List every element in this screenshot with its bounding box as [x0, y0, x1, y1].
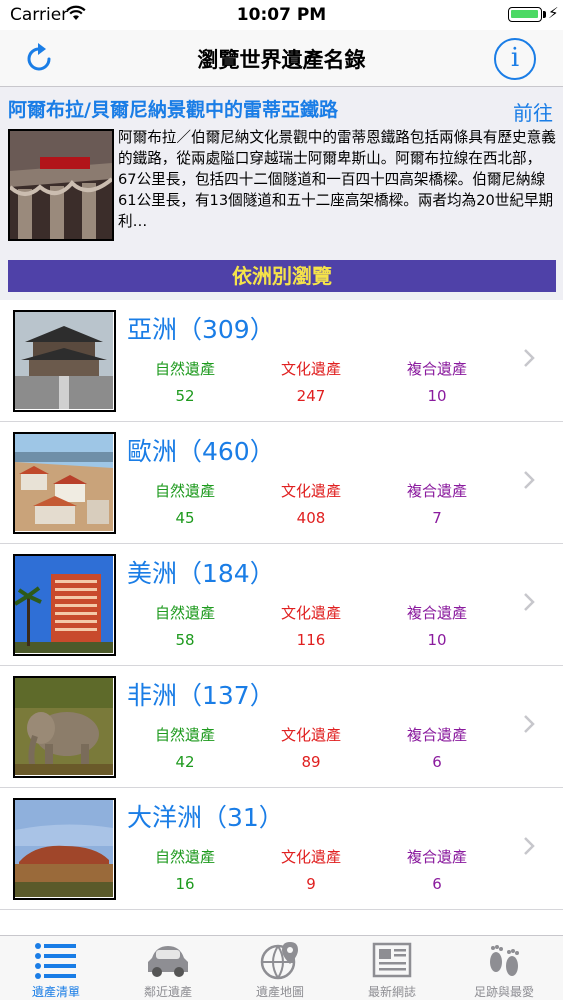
chevron-right-icon: [524, 837, 535, 855]
mixed-count: 複合遺產 7: [382, 480, 492, 527]
mixed-label: 複合遺產: [406, 482, 467, 500]
mixed-count: 複合遺產 10: [382, 602, 492, 649]
cultural-count: 文化遺產 116: [256, 602, 366, 649]
natural-label: 自然遺產: [154, 482, 215, 500]
mixed-value: 6: [432, 875, 442, 893]
tab-latest-blog[interactable]: 最新網誌: [336, 936, 448, 1000]
continent-row-africa[interactable]: 非洲（137） 自然遺產 42 文化遺產 89 複合遺產 6: [0, 666, 563, 788]
continent-thumbnail: [13, 676, 116, 778]
continent-thumbnail: [13, 432, 116, 534]
continent-row-europe[interactable]: 歐洲（460） 自然遺產 45 文化遺產 408 複合遺產 7: [0, 422, 563, 544]
cultural-value: 247: [296, 387, 326, 405]
info-icon[interactable]: i: [494, 38, 536, 80]
continent-name: 非洲（137）: [127, 681, 275, 710]
mixed-value: 7: [432, 509, 442, 527]
natural-value: 52: [175, 387, 195, 405]
continent-name: 歐洲（460）: [127, 437, 275, 466]
battery-tip: [543, 11, 546, 18]
status-bar: Carrier 10:07 PM ⚡: [0, 0, 563, 30]
browse-by-continent-banner: 依洲別瀏覽: [8, 260, 556, 292]
continent-thumbnail: [13, 554, 116, 656]
tab-nearby[interactable]: 鄰近遺產: [112, 936, 224, 1000]
cultural-value: 89: [301, 753, 321, 771]
mixed-label: 複合遺產: [406, 726, 467, 744]
natural-count: 自然遺產 52: [130, 358, 240, 405]
tab-label: 遺產清單: [31, 985, 80, 999]
continent-list: 亞洲（309） 自然遺產 52 文化遺產 247 複合遺產 10 歐洲（460） 自然…: [0, 300, 563, 910]
natural-label: 自然遺產: [154, 360, 215, 378]
continent-thumbnail: [13, 310, 116, 412]
featured-site-image[interactable]: [8, 129, 114, 241]
newspaper-icon: [372, 942, 412, 978]
tab-label: 足跡與最愛: [473, 985, 534, 999]
natural-count: 自然遺產 58: [130, 602, 240, 649]
footprints-icon: [490, 945, 519, 976]
tab-label: 最新網誌: [367, 985, 416, 999]
goto-button[interactable]: 前往: [513, 97, 553, 126]
cultural-label: 文化遺產: [280, 360, 341, 378]
continent-row-oceania[interactable]: 大洋洲（31） 自然遺產 16 文化遺產 9 複合遺產 6: [0, 788, 563, 910]
mixed-value: 10: [427, 387, 447, 405]
mixed-value: 10: [427, 631, 447, 649]
status-time: 10:07 PM: [236, 5, 327, 25]
continent-row-americas[interactable]: 美洲（184） 自然遺產 58 文化遺產 116 複合遺產 10: [0, 544, 563, 666]
tab-label: 鄰近遺產: [143, 985, 192, 999]
featured-site-title[interactable]: 阿爾布拉/貝爾尼納景觀中的雷蒂亞鐵路: [8, 95, 338, 122]
natural-value: 16: [175, 875, 195, 893]
car-icon: [148, 946, 188, 977]
mixed-label: 複合遺產: [406, 848, 467, 866]
tab-footprints-favorites[interactable]: 足跡與最愛: [448, 936, 560, 1000]
cultural-value: 9: [306, 875, 316, 893]
mixed-value: 6: [432, 753, 442, 771]
continent-name: 大洋洲（31）: [127, 803, 284, 832]
mixed-count: 複合遺產 6: [382, 846, 492, 893]
cultural-value: 408: [296, 509, 326, 527]
tab-heritage-map[interactable]: 遺產地圖: [224, 936, 336, 1000]
chevron-right-icon: [524, 593, 535, 611]
tab-bar: 遺產清單 鄰近遺產 遺產地圖 最新網誌 足跡與最愛: [0, 935, 563, 1000]
mixed-count: 複合遺產 6: [382, 724, 492, 771]
natural-count: 自然遺產 16: [130, 846, 240, 893]
cultural-count: 文化遺產 89: [256, 724, 366, 771]
featured-site-description: 阿爾布拉／伯爾尼納文化景觀中的雷蒂恩鐵路包括兩條具有歷史意義的鐵路，從兩處隘口穿…: [118, 129, 556, 230]
cultural-label: 文化遺產: [280, 482, 341, 500]
cultural-count: 文化遺產 247: [256, 358, 366, 405]
natural-label: 自然遺產: [154, 848, 215, 866]
natural-value: 45: [175, 509, 195, 527]
cultural-value: 116: [296, 631, 326, 649]
continent-thumbnail: [13, 798, 116, 900]
natural-value: 58: [175, 631, 195, 649]
natural-count: 自然遺產 45: [130, 480, 240, 527]
mixed-count: 複合遺產 10: [382, 358, 492, 405]
natural-value: 42: [175, 753, 195, 771]
mixed-label: 複合遺產: [406, 360, 467, 378]
tab-label: 遺產地圖: [255, 985, 304, 999]
page-title: 瀏覽世界遺產名錄: [197, 48, 366, 72]
cultural-count: 文化遺產 408: [256, 480, 366, 527]
chevron-right-icon: [524, 349, 535, 367]
natural-label: 自然遺產: [154, 726, 215, 744]
cultural-label: 文化遺產: [280, 726, 341, 744]
natural-count: 自然遺產 42: [130, 724, 240, 771]
chevron-right-icon: [524, 715, 535, 733]
navigation-bar: 瀏覽世界遺產名錄 i: [0, 30, 563, 86]
continent-row-asia[interactable]: 亞洲（309） 自然遺產 52 文化遺產 247 複合遺產 10: [0, 300, 563, 422]
chevron-right-icon: [524, 471, 535, 489]
charging-icon: ⚡: [548, 4, 559, 22]
tab-heritage-list[interactable]: 遺產清單: [0, 936, 112, 1000]
cultural-count: 文化遺產 9: [256, 846, 366, 893]
cultural-label: 文化遺產: [280, 848, 341, 866]
continent-name: 亞洲（309）: [127, 315, 275, 344]
globe-pin-icon: [260, 942, 298, 980]
mixed-label: 複合遺產: [406, 604, 467, 622]
featured-site-panel: 阿爾布拉/貝爾尼納景觀中的雷蒂亞鐵路 前往 阿爾布拉／伯爾尼納文化景觀中的雷蒂恩…: [0, 86, 563, 300]
natural-label: 自然遺產: [154, 604, 215, 622]
cultural-label: 文化遺產: [280, 604, 341, 622]
continent-name: 美洲（184）: [127, 559, 275, 588]
list-icon: [35, 943, 76, 979]
battery-icon: [508, 7, 542, 22]
